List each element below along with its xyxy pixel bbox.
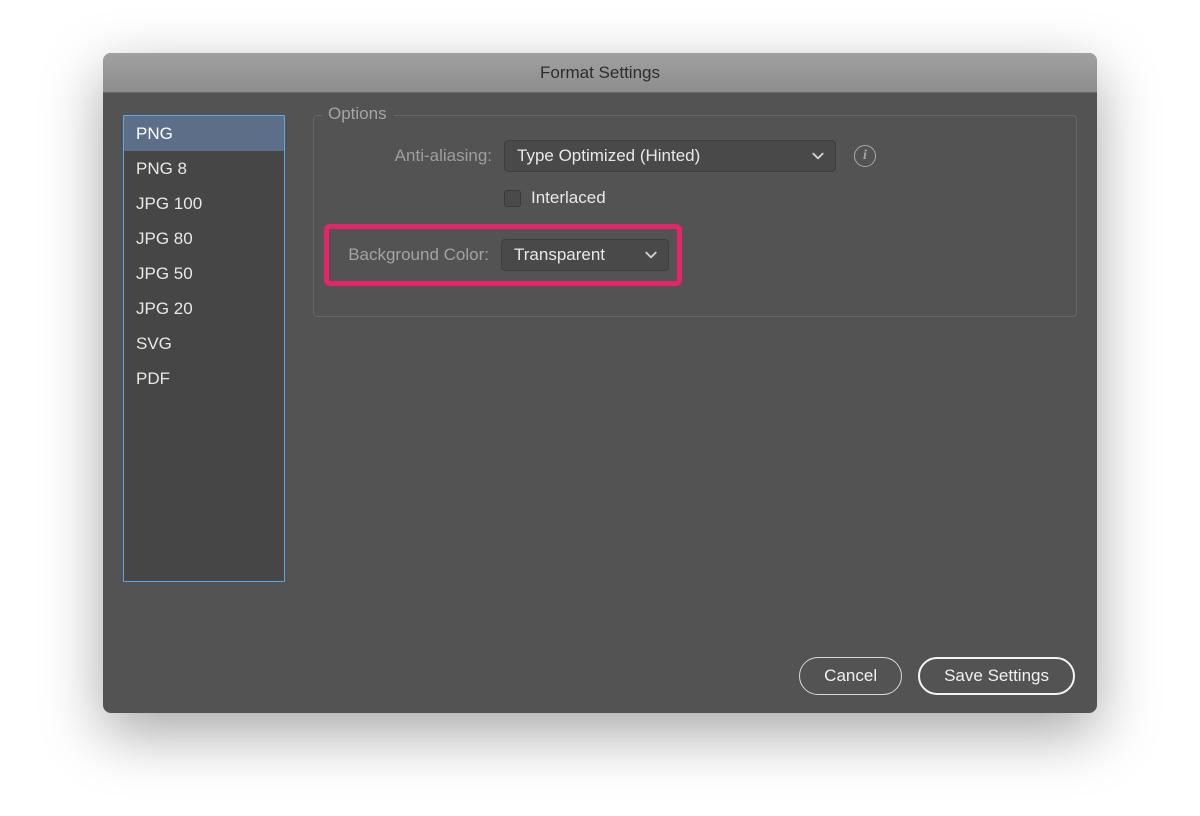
cancel-button[interactable]: Cancel: [799, 657, 902, 695]
info-icon[interactable]: i: [854, 145, 876, 167]
sidebar-item-label: JPG 80: [136, 229, 193, 248]
anti-aliasing-value: Type Optimized (Hinted): [517, 146, 700, 166]
chevron-down-icon: [811, 149, 825, 163]
sidebar-item-label: SVG: [136, 334, 172, 353]
sidebar-item-label: JPG 100: [136, 194, 202, 213]
sidebar-item-jpg50[interactable]: JPG 50: [124, 256, 284, 291]
sidebar-item-jpg20[interactable]: JPG 20: [124, 291, 284, 326]
format-list[interactable]: PNG PNG 8 JPG 100 JPG 80 JPG 50 JPG 20 S…: [123, 115, 285, 582]
interlaced-checkbox[interactable]: [504, 190, 521, 207]
titlebar: Format Settings: [103, 53, 1097, 93]
anti-aliasing-label: Anti-aliasing:: [332, 146, 504, 166]
sidebar-item-label: PDF: [136, 369, 170, 388]
sidebar-item-jpg80[interactable]: JPG 80: [124, 221, 284, 256]
sidebar-item-label: PNG 8: [136, 159, 187, 178]
interlaced-label: Interlaced: [531, 188, 606, 208]
dialog-footer: Cancel Save Settings: [123, 631, 1077, 695]
format-settings-window: Format Settings PNG PNG 8 JPG 100 JPG 80…: [103, 53, 1097, 713]
dialog-content: PNG PNG 8 JPG 100 JPG 80 JPG 50 JPG 20 S…: [103, 93, 1097, 713]
sidebar-item-pdf[interactable]: PDF: [124, 361, 284, 396]
sidebar-item-label: JPG 20: [136, 299, 193, 318]
sidebar-item-svg[interactable]: SVG: [124, 326, 284, 361]
background-color-label: Background Color:: [333, 245, 501, 265]
options-group-label: Options: [322, 104, 393, 124]
anti-aliasing-select[interactable]: Type Optimized (Hinted): [504, 140, 836, 172]
sidebar-item-png[interactable]: PNG: [124, 116, 284, 151]
options-fieldset: Options Anti-aliasing: Type Optimized (H…: [313, 115, 1077, 317]
sidebar-item-png8[interactable]: PNG 8: [124, 151, 284, 186]
save-settings-button[interactable]: Save Settings: [918, 657, 1075, 695]
background-color-highlight: Background Color: Transparent: [324, 224, 682, 286]
chevron-down-icon: [644, 248, 658, 262]
sidebar-item-label: JPG 50: [136, 264, 193, 283]
window-title: Format Settings: [540, 63, 660, 83]
background-color-select[interactable]: Transparent: [501, 239, 669, 271]
sidebar-item-jpg100[interactable]: JPG 100: [124, 186, 284, 221]
sidebar-item-label: PNG: [136, 124, 173, 143]
background-color-value: Transparent: [514, 245, 605, 265]
